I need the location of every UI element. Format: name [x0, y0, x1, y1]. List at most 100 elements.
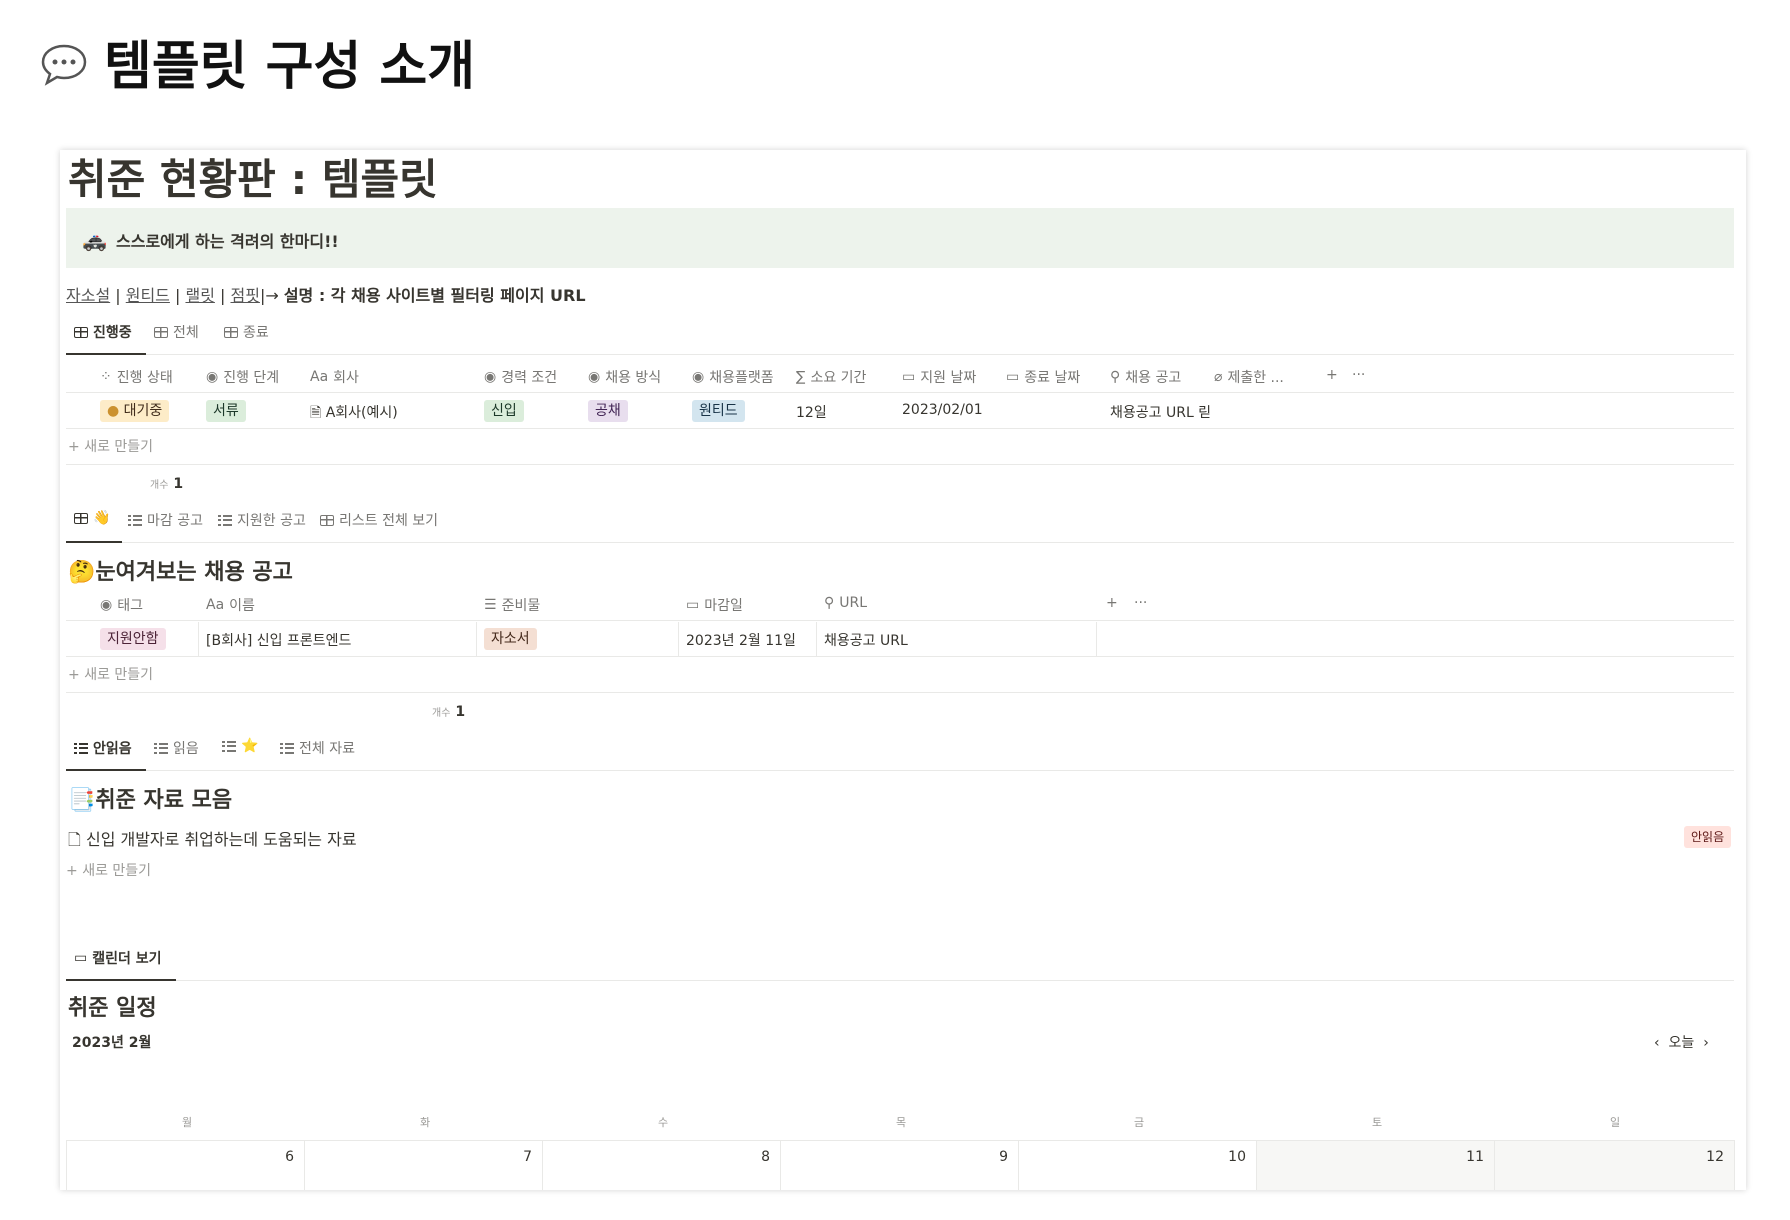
db3-title: 📑취준 자료 모음	[68, 788, 233, 813]
col-end-date[interactable]: ▭ 종료 날짜	[1006, 367, 1080, 387]
col-platform[interactable]: ◉ 채용플랫폼	[692, 367, 774, 387]
site-links: 자소설 | 원티드 | 랠릿 | 점핏|→ 설명 : 각 채용 사이트별 필터링…	[66, 286, 586, 305]
police-car-icon: 🚓	[82, 228, 107, 252]
tab-unread[interactable]: 안읽음	[74, 738, 132, 758]
tab-all-materials[interactable]: 전체 자료	[280, 738, 355, 758]
col-status[interactable]: ⁘ 진행 상태	[100, 367, 173, 387]
more-options-button[interactable]: ···	[1134, 595, 1147, 611]
status-badge: ● 대기중	[100, 400, 170, 422]
new-row-button[interactable]: + 새로 만들기	[66, 860, 151, 880]
col-applied-date[interactable]: ▭ 지원 날짜	[902, 367, 976, 387]
calendar-day[interactable]: 7	[305, 1141, 543, 1190]
calendar-day[interactable]: 9	[781, 1141, 1019, 1190]
tab-calendar[interactable]: ▭ 캘린더 보기	[74, 948, 162, 968]
chevron-left-icon[interactable]: ‹	[1654, 1035, 1660, 1051]
list-icon	[218, 514, 232, 526]
weekday-label: 화	[420, 1116, 431, 1129]
list-icon	[74, 742, 88, 754]
tab-starred[interactable]: ⭐	[222, 738, 258, 754]
col-stage[interactable]: ◉ 진행 단계	[206, 367, 279, 387]
col-prep[interactable]: ☰ 준비물	[484, 595, 540, 615]
weekday-label: 토	[1372, 1116, 1383, 1129]
calendar-icon: ▭	[74, 950, 88, 966]
table-row[interactable]: ● 대기중 서류 🗎 A회사(예시) 신입 공채 원티드 12일 2023/02…	[66, 394, 1734, 429]
posting-name[interactable]: [B회사] 신입 프론트엔드	[206, 630, 351, 650]
calendar-day[interactable]: 10	[1019, 1141, 1257, 1190]
posting-url[interactable]: 채용공고 URL	[824, 630, 908, 650]
col-tag[interactable]: ◉ 태그	[100, 595, 143, 615]
table-row[interactable]: 지원안함 [B회사] 신입 프론트엔드 자소서 2023년 2월 11일 채용공…	[66, 622, 1734, 657]
speech-bubble-icon	[40, 40, 88, 86]
col-career[interactable]: ◉ 경력 조건	[484, 367, 557, 387]
col-submitted[interactable]: ⌀ 제출한 ...	[1214, 367, 1284, 387]
table-icon	[74, 326, 88, 338]
tab-ended[interactable]: 종료	[224, 322, 269, 342]
page-icon: 🗋	[68, 830, 81, 849]
calendar-day[interactable]: 6	[67, 1141, 305, 1190]
db3-tabs: 안읽음 읽음 ⭐ 전체 자료	[66, 730, 1734, 771]
weekday-label: 목	[896, 1116, 907, 1129]
tab-in-progress[interactable]: 진행중	[74, 322, 132, 342]
stage-tag: 서류	[206, 400, 246, 422]
db2-header: ◉ 태그 Aa 이름 ☰ 준비물 ▭ 마감일 ⚲ URL + ···	[66, 586, 1734, 621]
count-label: 개수 1	[150, 476, 184, 492]
tab-closed-postings[interactable]: 마감 공고	[128, 510, 203, 530]
list-icon	[128, 514, 142, 526]
weekday-label: 금	[1134, 1116, 1145, 1129]
col-method[interactable]: ◉ 채용 방식	[588, 367, 661, 387]
calendar-day[interactable]: 12	[1495, 1141, 1735, 1190]
template-preview: 취준 현황판 : 템플릿 🚓 스스로에게 하는 격려의 한마디!! 자소설 | …	[60, 150, 1746, 1190]
prep-tag: 자소서	[484, 628, 537, 650]
tab-all[interactable]: 전체	[154, 322, 199, 342]
col-duration[interactable]: ∑ 소요 기간	[796, 367, 866, 387]
calendar-tabs: ▭ 캘린더 보기	[66, 940, 1734, 981]
hand-icon: 👋	[93, 510, 111, 526]
col-posting[interactable]: ⚲ 채용 공고	[1110, 367, 1181, 387]
page-title: 취준 현황판 : 템플릿	[68, 155, 438, 204]
link-jumpit[interactable]: 점핏	[230, 286, 259, 305]
table-icon	[224, 326, 238, 338]
callout: 🚓 스스로에게 하는 격려의 한마디!!	[66, 208, 1734, 268]
calendar-day[interactable]: 8	[543, 1141, 781, 1190]
add-column-button[interactable]: +	[1106, 595, 1118, 611]
platform-tag: 원티드	[692, 400, 745, 422]
col-company[interactable]: Aa 회사	[310, 367, 359, 387]
db2-title: 🤔눈여겨보는 채용 공고	[68, 560, 293, 585]
tab-applied-postings[interactable]: 지원한 공고	[218, 510, 306, 530]
method-tag: 공채	[588, 400, 628, 422]
career-tag: 신입	[484, 400, 524, 422]
db2-tabs: 👋 마감 공고 지원한 공고 리스트 전체 보기	[66, 502, 1734, 543]
star-icon: ⭐	[241, 738, 259, 754]
list-icon	[222, 740, 236, 752]
tab-default[interactable]: 👋	[74, 510, 110, 526]
calendar-grid: 6 7 8 9 10 11 12	[66, 1140, 1735, 1190]
list-item[interactable]: 🗋 신입 개발자로 취업하는데 도움되는 자료	[68, 826, 357, 856]
bookmark-tabs-icon: 📑	[68, 788, 96, 813]
weekday-label: 일	[1610, 1116, 1621, 1129]
link-rallit[interactable]: 랠릿	[185, 286, 214, 305]
section-heading: 템플릿 구성 소개	[40, 24, 475, 99]
col-name[interactable]: Aa 이름	[206, 595, 255, 615]
count-label: 개수 1	[432, 704, 466, 720]
thinking-face-icon: 🤔	[68, 560, 96, 585]
table-icon	[320, 514, 334, 526]
link-jasoseol[interactable]: 자소설	[66, 286, 110, 305]
tab-read[interactable]: 읽음	[154, 738, 199, 758]
more-options-button[interactable]: ···	[1352, 367, 1365, 383]
deadline-value: 2023년 2월 11일	[686, 633, 796, 649]
new-row-button[interactable]: + 새로 만들기	[68, 436, 153, 456]
today-button[interactable]: 오늘	[1669, 1035, 1695, 1051]
add-column-button[interactable]: +	[1326, 367, 1338, 383]
link-wanted[interactable]: 원티드	[126, 286, 170, 305]
col-deadline[interactable]: ▭ 마감일	[686, 595, 743, 615]
tab-all-list[interactable]: 리스트 전체 보기	[320, 510, 438, 530]
posting-url[interactable]: 채용공고 URL 릳	[1110, 402, 1211, 422]
applied-date-value: 2023/02/01	[902, 402, 983, 418]
list-icon	[280, 742, 294, 754]
new-row-button[interactable]: + 새로 만들기	[68, 664, 153, 684]
company-name[interactable]: 🗎 A회사(예시)	[310, 402, 398, 426]
unread-badge: 안읽음	[1684, 826, 1732, 848]
calendar-day[interactable]: 11	[1257, 1141, 1495, 1190]
chevron-right-icon[interactable]: ›	[1703, 1035, 1709, 1051]
col-url[interactable]: ⚲ URL	[824, 595, 867, 611]
